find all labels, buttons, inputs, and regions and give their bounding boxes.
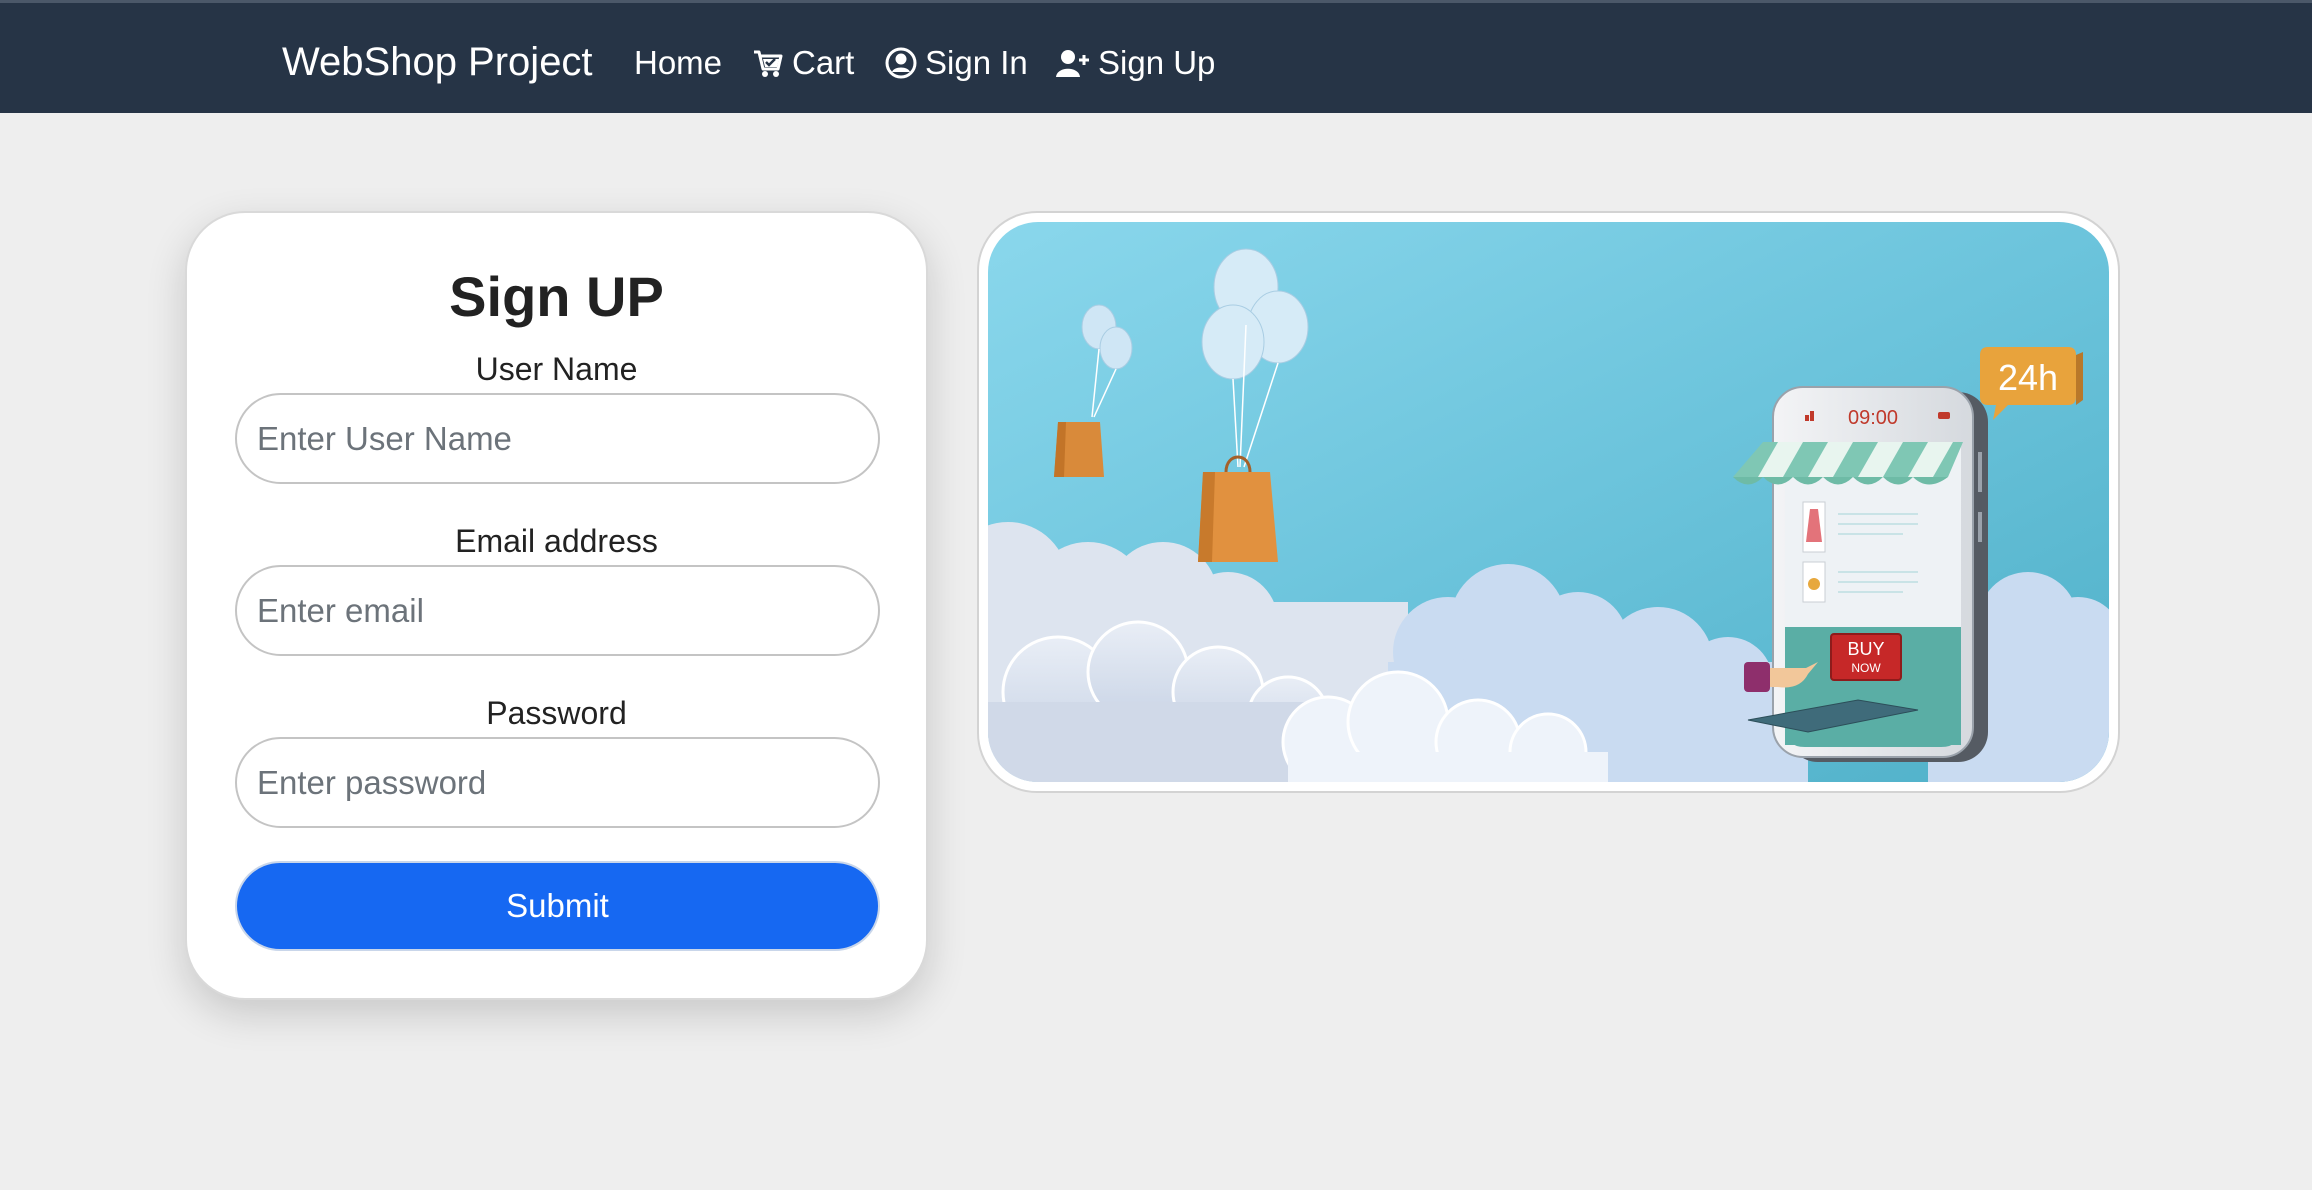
password-label: Password: [486, 695, 627, 731]
user-plus-icon: [1056, 48, 1090, 78]
cart-icon: [752, 47, 784, 79]
form-title: Sign UP: [449, 265, 664, 328]
buy-text: BUY: [1847, 639, 1884, 659]
nav-signup-label: Sign Up: [1098, 44, 1216, 81]
user-circle-icon: [885, 47, 917, 79]
password-input[interactable]: [235, 737, 880, 828]
nav-home-label: Home: [634, 44, 723, 81]
badge-24h-text: 24h: [1998, 357, 2058, 398]
nav-home-link[interactable]: Home: [634, 41, 722, 85]
top-navbar: WebShop Project Home Cart Sign In Sign U…: [0, 0, 2312, 113]
online-shop-illustration: 09:00 BUY NOW 24h: [988, 222, 2109, 782]
brand-link[interactable]: WebShop Project: [282, 38, 593, 86]
nav-cart-label: Cart: [792, 44, 855, 81]
username-input[interactable]: [235, 393, 880, 484]
signup-card: Sign UP User Name Email address Password…: [185, 211, 928, 1000]
email-label: Email address: [455, 523, 658, 559]
submit-button[interactable]: Submit: [235, 861, 880, 951]
username-label: User Name: [475, 351, 638, 387]
now-text: NOW: [1851, 661, 1881, 675]
nav-signin-label: Sign In: [925, 44, 1028, 81]
phone-time: 09:00: [1848, 407, 1898, 429]
nav-signin-link[interactable]: Sign In: [885, 41, 1028, 85]
email-input[interactable]: [235, 565, 880, 656]
banner-frame: 09:00 BUY NOW 24h: [977, 211, 2120, 793]
nav-cart-link[interactable]: Cart: [752, 41, 854, 85]
nav-signup-link[interactable]: Sign Up: [1056, 41, 1215, 85]
